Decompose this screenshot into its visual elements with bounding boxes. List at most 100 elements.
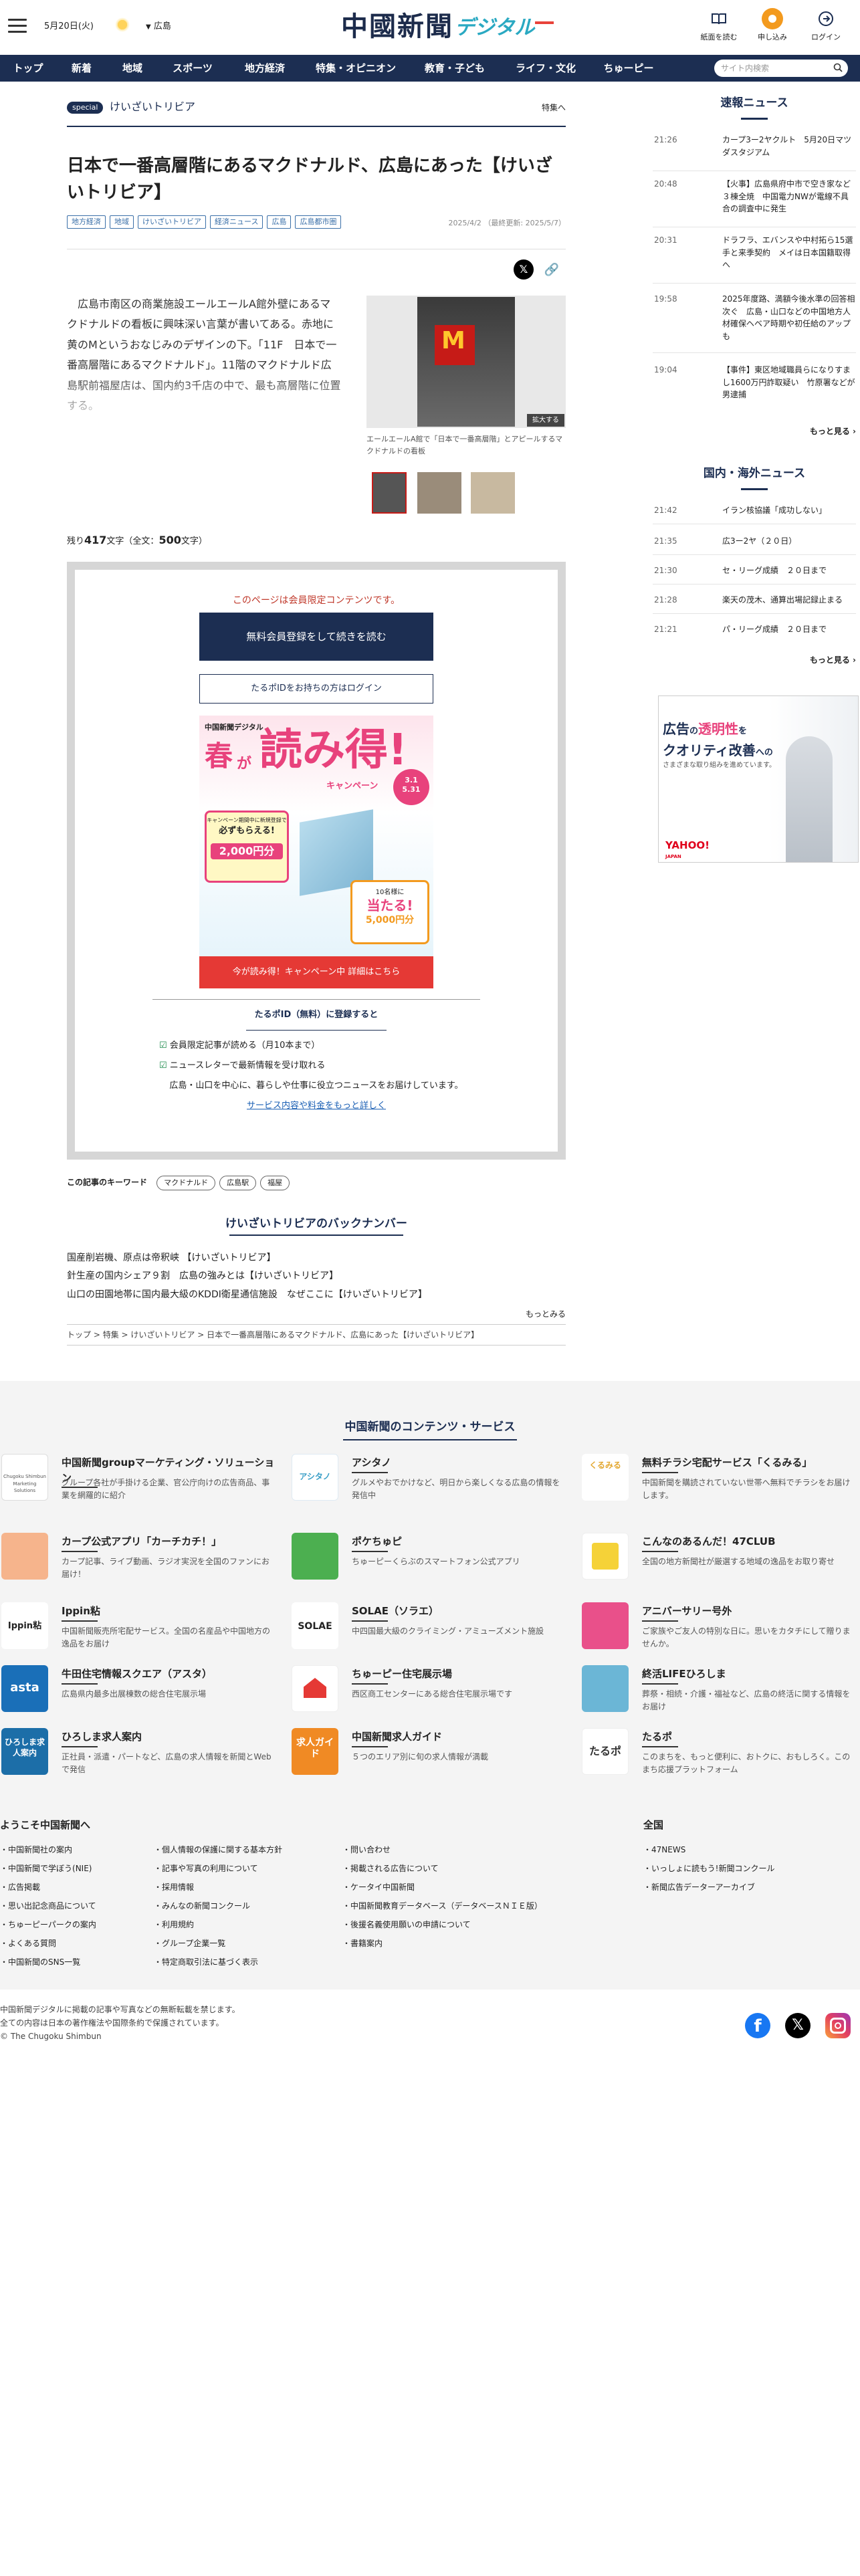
nav-item-top[interactable]: トップ (0, 55, 56, 82)
backnumber-item[interactable]: 針生産の国内シェア９割 広島の強みとは【けいざいトリビア】 (67, 1267, 566, 1285)
latest-news-item[interactable]: 21:26 カープ3ー2ヤクルト 5月20日マツダスタジアム (653, 134, 856, 171)
keyword-chip[interactable]: マクドナルド (156, 1176, 216, 1190)
service-item[interactable]: SOLAE SOLAE（ソラエ） 中四国最大級のクライミング・アミューズメント施設 (292, 1602, 572, 1656)
latest-more-link[interactable]: もっと見る › (786, 425, 856, 437)
nav-item-economy[interactable]: 地方経済 (227, 55, 302, 82)
footer-link[interactable]: ・掲載される広告について (342, 1859, 637, 1878)
footer-link[interactable]: ・採用情報 (154, 1878, 338, 1897)
latest-news-item[interactable]: 19:04 【事件】東区地域職員らになりすまし1600万円詐取疑い 竹原署などが男… (653, 364, 856, 413)
world-news-item[interactable]: 21:21 パ・リーグ成績 ２０日まで (653, 623, 856, 643)
service-item[interactable]: くるみる 無料チラシ宅配サービス「くるみる」 中国新聞を購読されていない世帯へ無料で… (582, 1454, 860, 1507)
footer-link[interactable]: ・ちゅーピーパークの案内 (0, 1915, 151, 1934)
service-item[interactable]: 終活LIFEひろしま 葬祭・相続・介護・福祉など、広島の終活に関する情報をお届け (582, 1665, 860, 1719)
footer-link[interactable]: ・書籍案内 (342, 1934, 637, 1953)
backnumber-more[interactable]: もっとみる (499, 1308, 566, 1320)
nav-item-education[interactable]: 教育・子ども (409, 55, 500, 82)
service-item[interactable]: カープ公式アプリ「カーチカチ！」 カープ記事、ライブ動画、ラジオ実況を全国のファン… (1, 1533, 282, 1586)
world-news-item[interactable]: 21:35 広3ー2ヤ（２０日） (653, 535, 856, 555)
footer-link[interactable]: ・中国新聞社の案内 (0, 1840, 151, 1859)
login-link-button[interactable]: たるポIDをお持ちの方はログイン (199, 674, 433, 704)
footer-link[interactable]: ・記事や写真の利用について (154, 1859, 338, 1878)
tag-item[interactable]: 広島都市圏 (295, 215, 342, 229)
instagram-icon[interactable] (825, 2013, 851, 2038)
footer-link[interactable]: ・グループ企業一覧 (154, 1934, 338, 1953)
backnumber-item[interactable]: 山口の田園地帯に国内最大級のKDDI衛星通信施設 なぜここに【けいざいトリビア】 (67, 1286, 566, 1304)
facebook-icon[interactable]: f (745, 2013, 770, 2038)
tag-item[interactable]: けいざいトリビア (138, 215, 206, 229)
nav-item-sports[interactable]: スポーツ (158, 55, 227, 82)
footer-link[interactable]: ・中国新聞教育データベース（データベースＮＩＥ版） (342, 1897, 637, 1915)
article-photo[interactable]: M 拡大する (366, 296, 566, 428)
service-item[interactable]: アニバーサリー号外 ご家族やご友人の特別な日に。思いをカタチにして贈りませんか。 (582, 1602, 860, 1656)
nav-item-latest[interactable]: 新着 (56, 55, 107, 82)
service-item[interactable]: ひろしま求人案内 ひろしま求人案内 正社員・派遣・パートなど、広島の求人情報を新聞と… (1, 1728, 282, 1782)
service-item[interactable]: Ippin粘 Ippin粘 中国新聞販売所宅配サービス。全国の名産品や中国地方の逸品… (1, 1602, 282, 1656)
x-share-icon[interactable]: 𝕏 (514, 259, 534, 280)
keyword-chip[interactable]: 広島駅 (219, 1176, 257, 1190)
login-button[interactable]: ログイン (802, 8, 849, 43)
series-name[interactable]: けいざいトリビア (110, 99, 195, 115)
thumb-2[interactable] (417, 472, 461, 514)
latest-news-item[interactable]: 19:58 2025年度路、満額今後水準の回答相次ぐ 広島・山口などの中国地方人材… (653, 293, 856, 353)
breadcrumb-item[interactable]: 特集 (103, 1330, 119, 1339)
footer-link[interactable]: ・ケータイ中国新聞 (342, 1878, 637, 1897)
service-detail-link[interactable]: サービス内容や料金をもっと詳しく (75, 1099, 558, 1113)
breadcrumb-item[interactable]: けいざいトリビア (130, 1330, 195, 1339)
site-logo[interactable]: 中國新聞 デジタル (334, 8, 562, 45)
nav-item-opinion[interactable]: 特集・オピニオン (302, 55, 409, 82)
footer-link[interactable]: ・後援名義使用願いの申請について (342, 1915, 637, 1934)
footer-link[interactable]: ・47NEWS (643, 1840, 857, 1859)
service-item[interactable]: ポケちゅピ ちゅーピーくらぶのスマートフォン公式アプリ (292, 1533, 572, 1586)
tag-item[interactable]: 地方経済 (67, 215, 106, 229)
series-link[interactable]: 特集へ (542, 102, 566, 114)
footer-link[interactable]: ・広告掲載 (0, 1878, 151, 1897)
footer-link[interactable]: ・中国新聞のSNS一覧 (0, 1953, 151, 1971)
x-icon[interactable]: 𝕏 (785, 2013, 811, 2038)
footer-link[interactable]: ・新聞広告データーアーカイブ (643, 1878, 857, 1897)
read-paper-button[interactable]: 紙面を読む (695, 8, 742, 43)
service-item[interactable]: たるポ たるポ このまちを、もっと便利に、おトクに、おもしろく。このまち応援プラット… (582, 1728, 860, 1782)
service-item[interactable]: アシタノ アシタノ グルメやおでかけなど、明日から楽しくなる広島の情報を発信中 (292, 1454, 572, 1507)
service-item[interactable]: asta 牛田住宅情報スクエア（アスタ） 広島県内最多出展棟数の総合住宅展示場 (1, 1665, 282, 1719)
world-more-link[interactable]: もっと見る › (786, 654, 856, 666)
footer-link[interactable]: ・中国新聞で学ぼう(NIE) (0, 1859, 151, 1878)
service-item[interactable]: こんなのあるんだ！47CLUB 全国の地方新聞社が厳選する地域の逸品をお取り寄せ (582, 1533, 860, 1586)
search-input[interactable]: サイト内検索 (714, 60, 848, 77)
nav-item-region[interactable]: 地域 (107, 55, 158, 82)
world-news-item[interactable]: 21:30 セ・リーグ成績 ２０日まで (653, 564, 856, 584)
footer-link[interactable]: ・利用規約 (154, 1915, 338, 1934)
tag-item[interactable]: 広島 (267, 215, 292, 229)
latest-news-item[interactable]: 20:31 ドラフラ、エバンスや中村拓ら15選手と来季契約 メイは日本国籍取得へ (653, 234, 856, 284)
service-item[interactable]: ちゅーピー住宅展示場 西区商工センターにある総合住宅展示場です (292, 1665, 572, 1719)
breadcrumb-item[interactable]: トップ (67, 1330, 91, 1339)
register-button[interactable]: 無料会員登録をして続きを読む (199, 613, 433, 661)
menu-icon[interactable] (8, 19, 27, 33)
world-news-item[interactable]: 21:42 イラン核協議「成功しない」 (653, 504, 856, 524)
footer-link[interactable]: ・特定商取引法に基づく表示 (154, 1953, 338, 1971)
campaign-detail-button[interactable]: 今が読み得！キャンペーン中 詳細はこちら (199, 956, 433, 988)
nav-item-life[interactable]: ライフ・文化 (500, 55, 591, 82)
tag-item[interactable]: 経済ニュース (210, 215, 263, 229)
footer-link[interactable]: ・問い合わせ (342, 1840, 637, 1859)
service-item[interactable]: 求人ガイド 中国新聞求人ガイド ５つのエリア別に旬の求人情報が満載 (292, 1728, 572, 1782)
service-item[interactable]: Chugoku Shimbun Marketing Solutions 中国新聞g… (1, 1454, 282, 1507)
backnumber-item[interactable]: 国産削岩機、原点は帝釈峡 【けいざいトリビア】 (67, 1249, 566, 1267)
ad-banner[interactable]: 広告の透明性を クオリティ改善への さまざまな取り組みを進めています。 YAHO… (658, 695, 859, 863)
campaign-banner[interactable]: 中国新聞デジタル 春 が 読み得! キャンペーン 3.1 5.31 キャンペーン期… (199, 716, 433, 956)
keyword-chip[interactable]: 福屋 (260, 1176, 290, 1190)
link-copy-icon[interactable]: 🔗 (543, 261, 560, 278)
nav-item-chupi[interactable]: ちゅーピー (591, 55, 666, 82)
tag-item[interactable]: 地域 (110, 215, 134, 229)
enlarge-button[interactable]: 拡大する (527, 414, 564, 427)
latest-news-item[interactable]: 20:48 【火事】広島県府中市で空き家など３棟全焼 中国電力NWが電線不具合の調… (653, 178, 856, 227)
thumb-3[interactable] (471, 472, 515, 514)
thumb-1[interactable] (372, 472, 407, 514)
footer-link[interactable]: ・みんなの新聞コンクール (154, 1897, 338, 1915)
region-selector[interactable]: ▼ 広島 (146, 20, 171, 33)
footer-link[interactable]: ・思い出記念商品について (0, 1897, 151, 1915)
footer-link[interactable]: ・よくある質問 (0, 1934, 151, 1953)
footer-link[interactable]: ・個人情報の保護に関する基本方針 (154, 1840, 338, 1859)
search-icon[interactable] (833, 63, 843, 72)
world-news-item[interactable]: 21:28 楽天の茂木、通算出場記録止まる (653, 594, 856, 614)
footer-link[interactable]: ・いっしょに読もう!新聞コンクール (643, 1859, 857, 1878)
